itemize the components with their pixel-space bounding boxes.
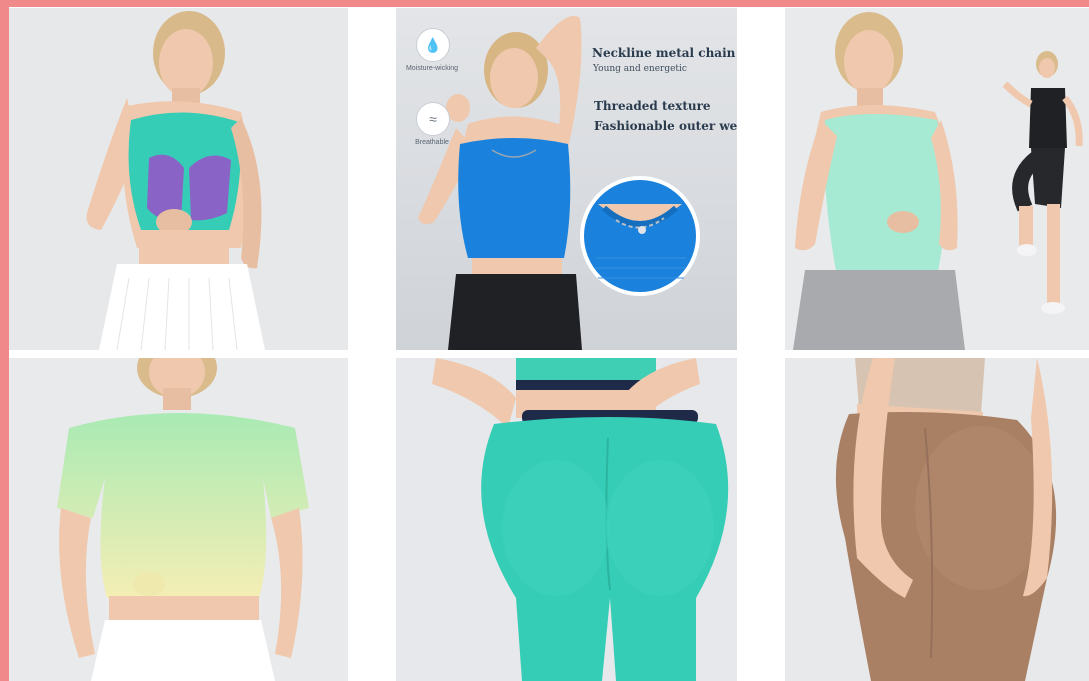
product-tile-gradient-tee[interactable] (9, 358, 348, 681)
frame-top-border (0, 0, 1089, 7)
product-tile-mocha-leggings[interactable] (785, 358, 1089, 681)
product-tile-mint-tank-top[interactable] (785, 8, 1089, 350)
moisture-wicking-label: Moisture-wicking (405, 65, 459, 72)
product-photo-mesh-bra (9, 8, 348, 350)
product-photo-mocha-leggings (785, 358, 1089, 681)
product-photo-gradient-tee (9, 358, 348, 681)
breathable-label: Breathable (415, 139, 449, 146)
droplet-icon: 💧 (416, 28, 450, 62)
chain-callout-subtitle: Young and energetic (593, 64, 687, 74)
texture-callout-title: Threaded texture (594, 99, 711, 113)
product-photo-teal-leggings (396, 358, 737, 681)
frame-left-border (0, 0, 9, 681)
product-tile-blue-crop-top[interactable]: 💧 Moisture-wicking ≈ Breathable Neckline… (396, 8, 737, 350)
chain-callout-title: Neckline metal chain (592, 46, 736, 60)
fabric-icon: ≈ (416, 102, 450, 136)
product-tile-mesh-sports-bra[interactable] (9, 8, 348, 350)
texture-callout-subtitle: Fashionable outer wear (594, 119, 737, 133)
product-tile-teal-leggings[interactable] (396, 358, 737, 681)
product-photo-mint-tank (785, 8, 1089, 350)
